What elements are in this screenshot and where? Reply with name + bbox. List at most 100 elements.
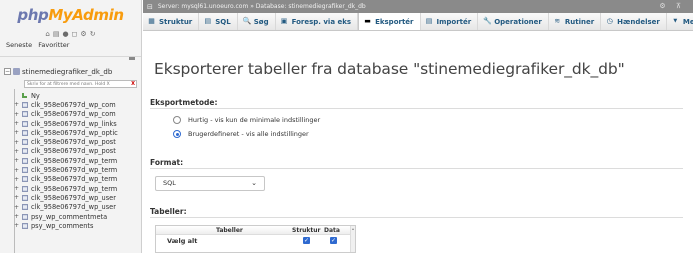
tree-item-label[interactable]: clk_958e06797d_wp_com	[31, 110, 116, 118]
docs-icon[interactable]: ◻	[72, 30, 78, 38]
tree-item-label[interactable]: clk_958e06797d_wp_post	[31, 138, 116, 146]
nav-tabs: Seneste Favoritter	[0, 40, 141, 50]
tree-item-label[interactable]: clk_958e06797d_wp_term	[31, 166, 117, 174]
expand-icon[interactable]: +	[14, 167, 22, 174]
server-icon: ⊟	[147, 2, 153, 11]
tab-søg[interactable]: 🔍 Søg	[238, 13, 276, 30]
table-icon	[22, 204, 28, 211]
table-icon	[22, 120, 28, 127]
clear-filter-icon[interactable]: X	[131, 81, 135, 87]
tree-item-label[interactable]: clk_958e06797d_wp_user	[31, 194, 116, 202]
phpmyadmin-logo[interactable]: phpMyAdmin	[0, 0, 141, 28]
favorites-tab[interactable]: Favoritter	[38, 41, 69, 49]
collapse-toggle-icon[interactable]: −	[4, 68, 11, 75]
breadcrumb[interactable]: Server: mysql61.unoeuro.com » Database: …	[158, 3, 366, 10]
tree-item-table[interactable]: + clk_958e06797d_wp_term	[14, 156, 141, 165]
database-icon[interactable]: ▤	[53, 30, 60, 38]
structure-icon: ▦	[148, 17, 155, 25]
table-filter-input[interactable]: Skriv for at filtrere med navn. Hold X X	[24, 80, 137, 88]
nav-divider	[0, 56, 141, 57]
tree-item-label[interactable]: clk_958e06797d_wp_links	[31, 120, 117, 128]
page-title: Eksporterer tabeller fra database "stine…	[154, 60, 625, 78]
tree-item-table[interactable]: + clk_958e06797d_wp_post	[14, 147, 141, 156]
col-data[interactable]: Data	[324, 227, 340, 234]
settings-icon[interactable]: ⚙	[80, 30, 86, 38]
tables-selection-grid: Tabeller Struktur Data Vælg alt ✓ ✓	[155, 225, 356, 253]
database-node[interactable]: − stinemediegrafiker_dk_db	[4, 65, 137, 78]
tab-hændelser[interactable]: ◷ Hændelser	[601, 13, 667, 30]
expand-icon[interactable]: +	[14, 185, 22, 192]
database-name[interactable]: stinemediegrafiker_dk_db	[22, 68, 112, 76]
tab-label: Foresp. via eks	[291, 17, 352, 26]
col-structure[interactable]: Struktur	[292, 227, 321, 234]
tree-item-table[interactable]: + clk_958e06797d_wp_com	[14, 100, 141, 109]
table-icon	[22, 157, 28, 164]
tree-item-table[interactable]: + clk_958e06797d_wp_term	[14, 165, 141, 174]
grid-scrollbar[interactable]	[350, 226, 355, 252]
tree-item-label[interactable]: psy_wp_commentmeta	[31, 213, 107, 221]
tab-foresp-via-eks[interactable]: ▣ Foresp. via eks	[276, 13, 359, 30]
tree-item-table[interactable]: + psy_wp_comments	[14, 221, 141, 230]
select-all-label[interactable]: Vælg alt	[167, 237, 197, 245]
tree-item-label[interactable]: clk_958e06797d_wp_term	[31, 185, 117, 193]
expand-icon[interactable]: +	[14, 222, 22, 229]
expand-icon[interactable]: +	[14, 204, 22, 211]
tab-import-r[interactable]: ▤ Importér	[421, 13, 479, 30]
tree-item-table[interactable]: + clk_958e06797d_wp_user	[14, 203, 141, 212]
expand-icon[interactable]: +	[14, 194, 22, 201]
tree-item-label[interactable]: clk_958e06797d_wp_user	[31, 203, 116, 211]
select-all-row: Vælg alt ✓ ✓	[156, 235, 355, 247]
tab-operationer[interactable]: 🔧 Operationer	[478, 13, 549, 30]
expand-icon[interactable]: +	[14, 111, 22, 118]
tree-item-table[interactable]: + clk_958e06797d_wp_user	[14, 193, 141, 202]
tree-item-label[interactable]: clk_958e06797d_wp_term	[31, 175, 117, 183]
tables-grid-header: Tabeller Struktur Data	[156, 226, 355, 235]
expand-icon[interactable]: +	[14, 157, 22, 164]
tab-struktur[interactable]: ▦ Struktur	[143, 13, 200, 30]
recent-tab[interactable]: Seneste	[6, 41, 32, 49]
structure-select-all-checkbox[interactable]: ✓	[303, 237, 310, 244]
tree-item-table[interactable]: + clk_958e06797d_wp_com	[14, 110, 141, 119]
export-method-heading: Eksportmetode:	[150, 98, 218, 107]
tree-item-label[interactable]: clk_958e06797d_wp_term	[31, 157, 117, 165]
method-custom-option[interactable]: Brugerdefineret - vis alle indstillinger	[173, 130, 309, 138]
format-select[interactable]: SQL ⌄	[155, 176, 265, 191]
tree-item-table[interactable]: + clk_958e06797d_wp_term	[14, 184, 141, 193]
home-icon[interactable]: ⌂	[45, 30, 49, 38]
tree-item-table[interactable]: + clk_958e06797d_wp_optic	[14, 128, 141, 137]
expand-icon[interactable]: +	[14, 213, 22, 220]
quick-radio[interactable]	[173, 116, 181, 124]
expand-icon[interactable]: +	[14, 176, 22, 183]
tab-mere[interactable]: ▼ Mere	[667, 13, 693, 30]
window-controls[interactable]: ⚙ ⊼	[659, 2, 685, 10]
format-heading: Format:	[150, 158, 184, 167]
tree-item-label[interactable]: psy_wp_comments	[31, 222, 93, 230]
tree-item-table[interactable]: + clk_958e06797d_wp_term	[14, 175, 141, 184]
tree-item-table[interactable]: + clk_958e06797d_wp_post	[14, 137, 141, 146]
tree-item-label[interactable]: clk_958e06797d_wp_com	[31, 101, 116, 109]
reload-icon[interactable]: ↻	[90, 30, 96, 38]
tree-item-table[interactable]: + clk_958e06797d_wp_links	[14, 119, 141, 128]
expand-icon[interactable]: +	[14, 139, 22, 146]
expand-icon[interactable]: +	[14, 148, 22, 155]
breadcrumb-bar: ⊟ Server: mysql61.unoeuro.com » Database…	[143, 0, 693, 13]
tree-item-label[interactable]: clk_958e06797d_wp_optic	[31, 129, 118, 137]
tab-sql[interactable]: ▤ SQL	[199, 13, 238, 30]
table-icon	[22, 213, 28, 220]
method-quick-option[interactable]: Hurtig - vis kun de minimale indstilling…	[173, 116, 320, 124]
collapse-icon[interactable]	[129, 57, 135, 60]
custom-radio[interactable]	[173, 130, 181, 138]
tree-item-new[interactable]: Ny	[14, 91, 141, 100]
info-icon[interactable]: ●	[63, 30, 69, 38]
table-icon	[22, 185, 28, 192]
tab-rutiner[interactable]: ≋ Rutiner	[549, 13, 602, 30]
tab-label: Hændelser	[617, 17, 660, 26]
expand-icon[interactable]: +	[14, 129, 22, 136]
expand-icon[interactable]: +	[14, 120, 22, 127]
tree-item-label[interactable]: clk_958e06797d_wp_post	[31, 147, 116, 155]
tree-item-table[interactable]: + psy_wp_commentmeta	[14, 212, 141, 221]
tree-item-label[interactable]: Ny	[31, 92, 40, 100]
expand-icon[interactable]: +	[14, 101, 22, 108]
tab-eksport-r[interactable]: ▬ Eksportér	[358, 13, 421, 30]
data-select-all-checkbox[interactable]: ✓	[330, 237, 337, 244]
